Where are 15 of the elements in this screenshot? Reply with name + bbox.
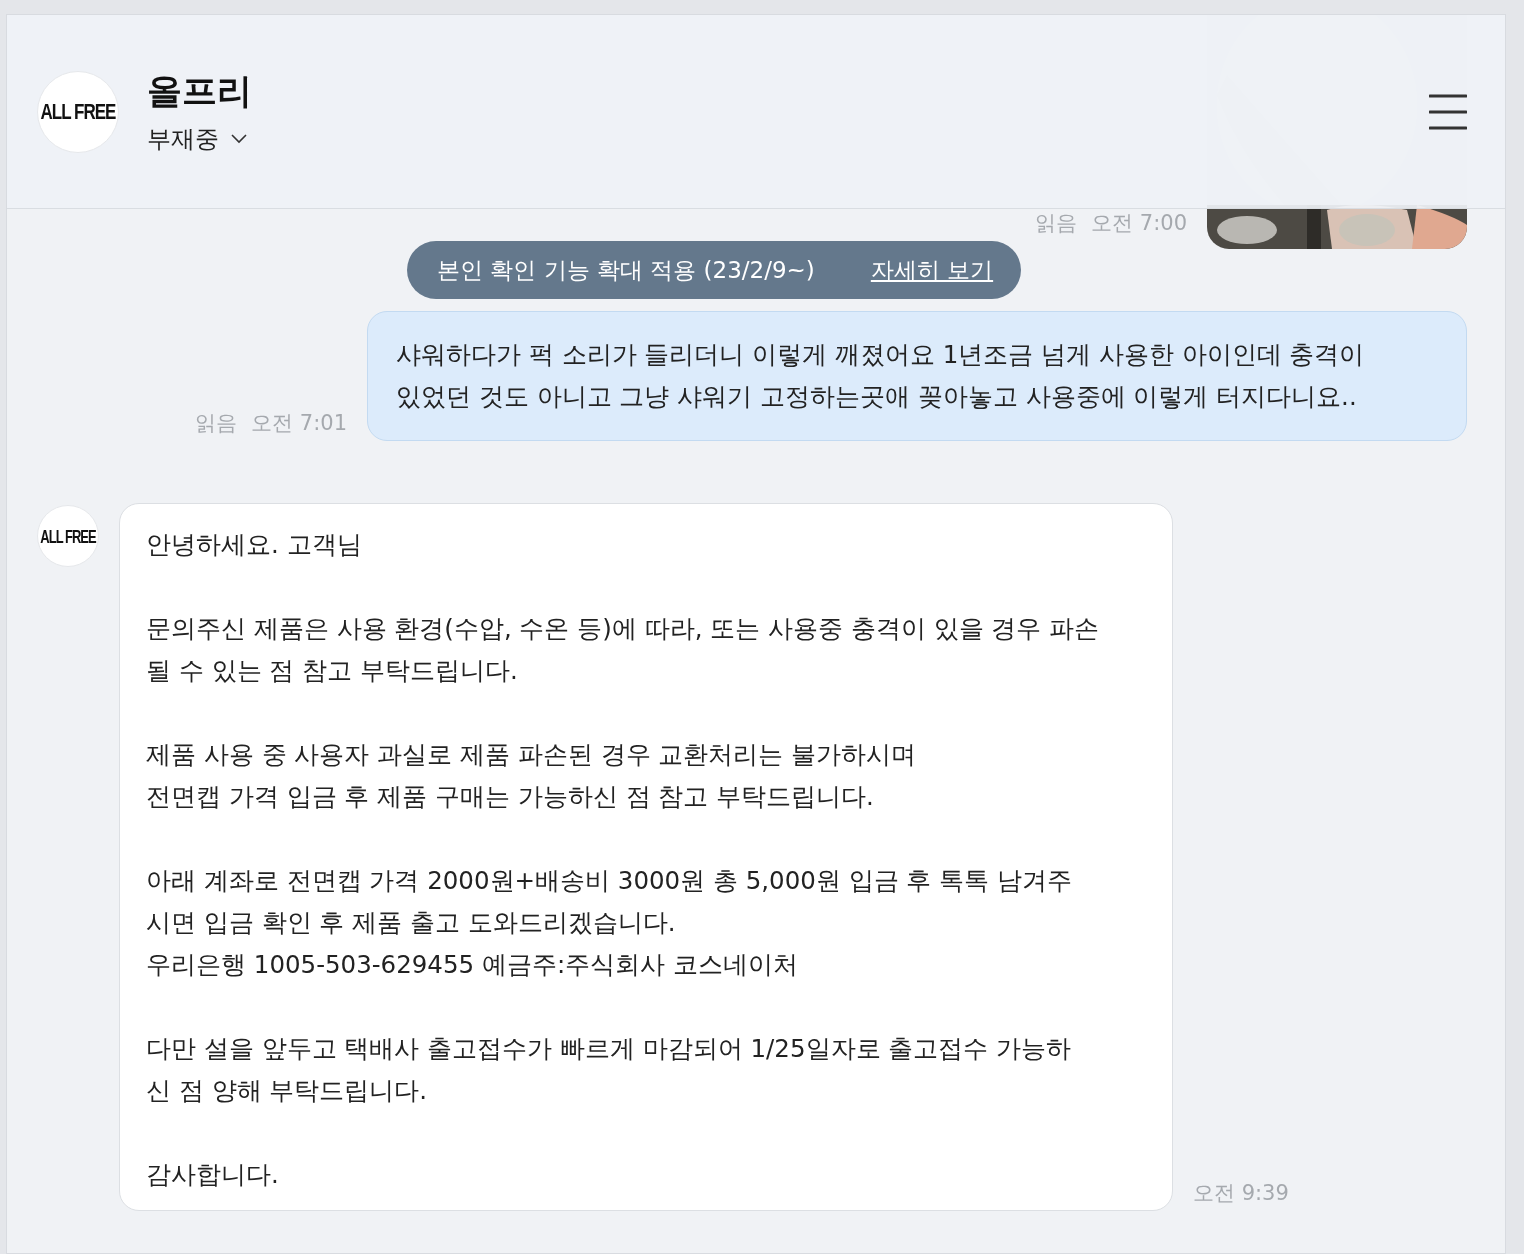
read-receipt: 읽음 [195,410,238,437]
logo-text: ALL FREE [40,525,96,547]
chevron-down-icon [231,134,247,144]
details-link[interactable]: 자세히 보기 [870,254,994,286]
logo-text: ALL FREE [40,98,116,125]
message-bubble: 샤워하다가 퍽 소리가 들리더니 이렇게 깨졌어요 1년조금 넘게 사용한 아이인데 충격이 있었던 것도 아니고 그냥 샤워기 고정하는곳애 꽂아놓고 사용중에 이렇게 터지다니요.. [367,311,1467,441]
chat-name: 올프리 [147,70,253,113]
menu-icon[interactable] [1429,93,1467,130]
read-receipt: 읽음 [1035,210,1078,237]
notice-text: 본인 확인 기능 확대 적용 (23/2/9~) [437,255,815,285]
status-dropdown[interactable]: 부재중 [147,123,247,155]
message-time: 오전 7:01 [251,410,347,437]
message-time: 오전 9:39 [1193,1180,1289,1207]
message-bubble: 안녕하세요. 고객님 문의주신 제품은 사용 환경(수압, 수온 등)에 따라, 또는 사용중 충격이 있을 경우 파손 될 수 있는 점 참고 부탁드립니다. 제품 사용 중 사용자 과실로 제품 파손된 경우 교환처리는 불가하시며 전면캡 가격 입금 후 제품 구매는 가능하신 점 참고 부탁드립니다. 아래 계좌로 전면캡 가격 2000원+배송비 3000원 총 5,000원 입금 후 톡톡 남겨주 시면 입금 확인 후 제품 출고 도와드리겠습니다. 우리은행 1005-503-629455 예금주:주식회사 코스네이처 다만 설을 앞두고 택배사 출고접수가 빠르게 마감되어 1/25일자로 출고접수 가능하 신 점 양해 부탁드립니다. 감사합니다. [119,503,1173,1211]
message-time: 오전 7:00 [1091,210,1187,237]
